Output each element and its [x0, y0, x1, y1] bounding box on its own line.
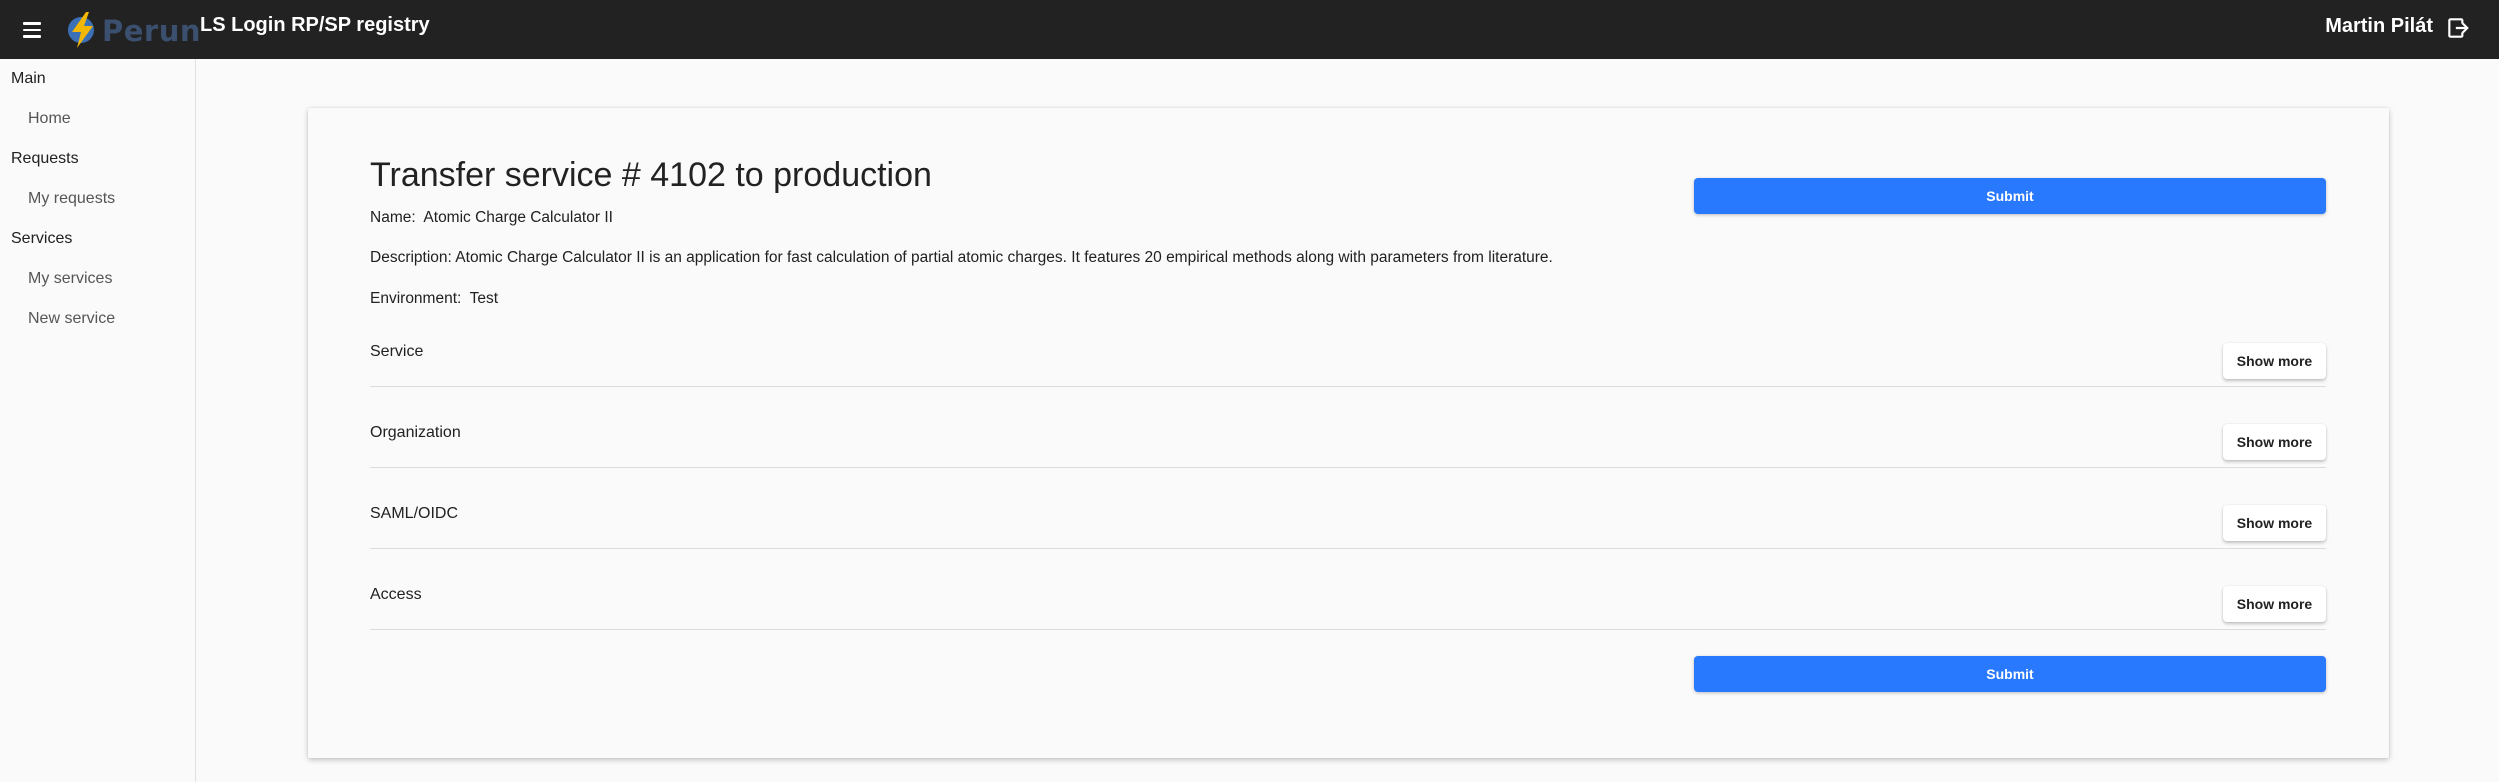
sidebar-group-requests: Requests [11, 150, 79, 167]
transfer-card: Transfer service # 4102 to production Na… [308, 108, 2389, 758]
logout-icon[interactable] [2445, 15, 2471, 41]
environment-value: Test [469, 290, 499, 307]
section-saml-oidc: SAML/OIDC Show more [370, 497, 2326, 549]
lightning-bolt-icon [68, 12, 94, 48]
description-value: Atomic Charge Calculator II is an applic… [455, 249, 1553, 266]
user-name: Martin Pilát [2325, 15, 2433, 37]
page-title: Transfer service # 4102 to production [370, 156, 932, 194]
perun-logo: Perun [66, 10, 201, 50]
description-label: Description: [370, 249, 452, 266]
section-label: SAML/OIDC [370, 505, 459, 522]
logo-text: Perun [102, 14, 202, 48]
sidebar: Main Home Requests My requests Services … [0, 59, 196, 782]
section-label: Access [370, 586, 422, 603]
show-more-saml-oidc-button[interactable]: Show more [2223, 505, 2326, 541]
sidebar-item-my-services[interactable]: My services [28, 270, 112, 288]
top-app-bar: Perun LS Login RP/SP registry Martin Pil… [0, 0, 2499, 59]
environment-label: Environment: [370, 290, 462, 307]
sidebar-item-home[interactable]: Home [28, 110, 71, 128]
menu-icon[interactable] [14, 12, 50, 48]
section-label: Organization [370, 424, 461, 441]
sidebar-item-my-requests[interactable]: My requests [28, 190, 115, 208]
show-more-service-button[interactable]: Show more [2223, 343, 2326, 379]
sidebar-group-main: Main [11, 70, 46, 87]
section-label: Service [370, 343, 424, 360]
app-title: LS Login RP/SP registry [200, 14, 430, 36]
sidebar-group-services: Services [11, 230, 73, 247]
show-more-access-button[interactable]: Show more [2223, 586, 2326, 622]
name-label: Name: [370, 209, 416, 226]
show-more-organization-button[interactable]: Show more [2223, 424, 2326, 460]
service-description-row: Description: Atomic Charge Calculator II… [370, 249, 1553, 267]
section-access: Access Show more [370, 578, 2326, 630]
submit-button-top[interactable]: Submit [1694, 178, 2326, 214]
service-environment-row: Environment: Test [370, 290, 498, 308]
section-organization: Organization Show more [370, 416, 2326, 468]
sidebar-item-new-service[interactable]: New service [28, 310, 115, 328]
service-name-row: Name: Atomic Charge Calculator II [370, 209, 613, 227]
name-value: Atomic Charge Calculator II [423, 209, 613, 226]
submit-button-bottom[interactable]: Submit [1694, 656, 2326, 692]
section-service: Service Show more [370, 335, 2326, 387]
